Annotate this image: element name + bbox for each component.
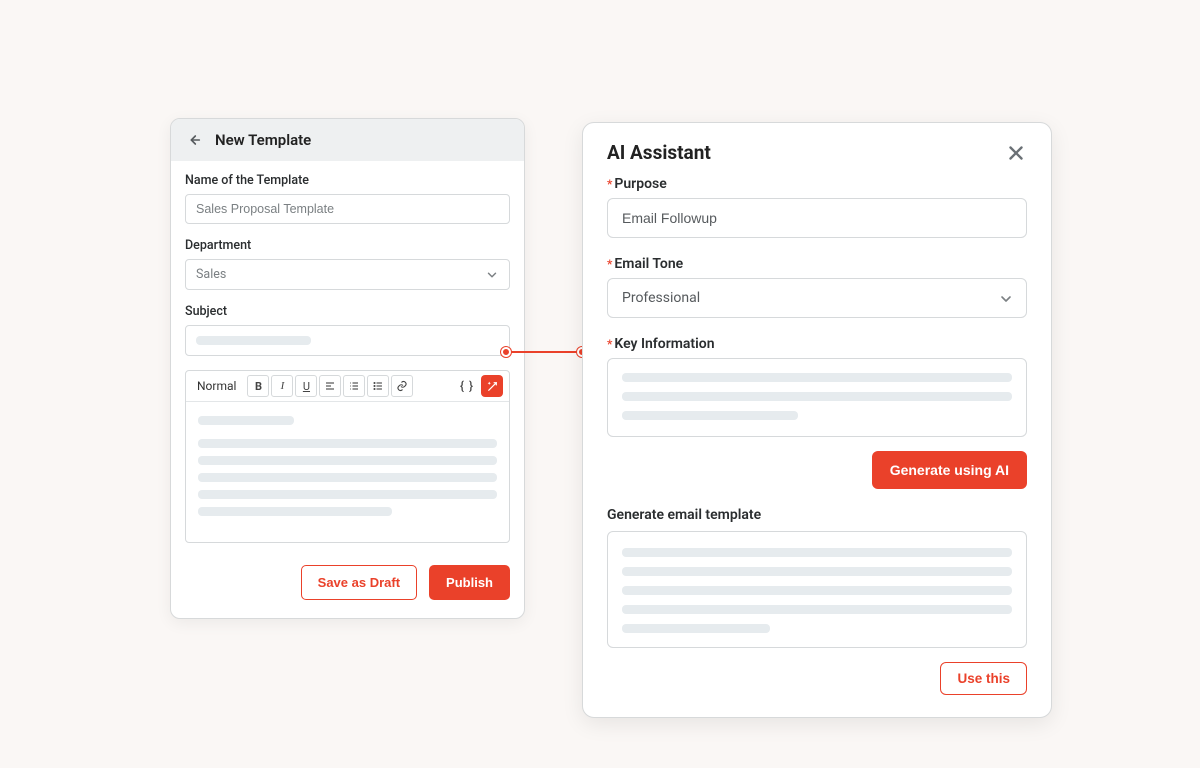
placeholder-line xyxy=(198,473,497,482)
tone-label: *Email Tone xyxy=(607,256,1027,272)
placeholder-line xyxy=(622,373,1012,382)
template-name-input[interactable] xyxy=(185,194,510,224)
ai-wand-icon[interactable] xyxy=(481,375,503,397)
new-template-panel: New Template Name of the Template Depart… xyxy=(170,118,525,619)
use-this-button[interactable]: Use this xyxy=(940,662,1027,695)
italic-button[interactable]: I xyxy=(271,375,293,397)
placeholder-line xyxy=(198,439,497,448)
template-name-field: Name of the Template xyxy=(185,173,510,224)
email-body-editor: Normal B I U { } xyxy=(185,370,510,543)
department-select[interactable]: Sales xyxy=(185,259,510,290)
key-info-input[interactable] xyxy=(607,358,1027,437)
required-star: * xyxy=(607,338,612,350)
chevron-down-icon xyxy=(485,268,499,282)
ai-assistant-panel: AI Assistant *Purpose *Email Tone Profes… xyxy=(582,122,1052,718)
required-star: * xyxy=(607,178,612,190)
department-field: Department Sales xyxy=(185,238,510,290)
align-left-icon[interactable] xyxy=(319,375,341,397)
publish-button[interactable]: Publish xyxy=(429,565,510,600)
placeholder-line xyxy=(622,586,1012,595)
output-title: Generate email template xyxy=(607,507,1027,523)
template-name-label: Name of the Template xyxy=(185,173,510,188)
tone-select[interactable]: Professional xyxy=(607,278,1027,318)
purpose-label: *Purpose xyxy=(607,176,1027,192)
purpose-input[interactable] xyxy=(607,198,1027,238)
save-draft-button[interactable]: Save as Draft xyxy=(301,565,417,600)
close-icon[interactable] xyxy=(1005,142,1027,164)
ordered-list-icon[interactable] xyxy=(343,375,365,397)
insert-variable-button[interactable]: { } xyxy=(455,375,479,397)
subject-field: Subject xyxy=(185,304,510,356)
placeholder-line xyxy=(622,605,1012,614)
underline-button[interactable]: U xyxy=(295,375,317,397)
ai-panel-title: AI Assistant xyxy=(607,141,711,164)
chevron-down-icon xyxy=(998,291,1012,305)
subject-label: Subject xyxy=(185,304,510,319)
bold-button[interactable]: B xyxy=(247,375,269,397)
placeholder-line xyxy=(622,567,1012,576)
panel-header: New Template xyxy=(171,119,524,161)
link-icon[interactable] xyxy=(391,375,413,397)
required-star: * xyxy=(607,258,612,270)
tone-value: Professional xyxy=(622,290,700,306)
placeholder-line xyxy=(622,548,1012,557)
placeholder-line xyxy=(622,624,770,633)
placeholder-line xyxy=(196,336,311,345)
back-arrow-icon[interactable] xyxy=(185,131,203,149)
placeholder-line xyxy=(622,392,1012,401)
placeholder-line xyxy=(198,416,294,425)
subject-input[interactable] xyxy=(185,325,510,356)
unordered-list-icon[interactable] xyxy=(367,375,389,397)
placeholder-line xyxy=(198,507,392,516)
generate-ai-button[interactable]: Generate using AI xyxy=(872,451,1027,489)
department-value: Sales xyxy=(196,267,226,282)
editor-body[interactable] xyxy=(186,402,509,542)
placeholder-line xyxy=(622,411,798,420)
style-dropdown[interactable]: Normal xyxy=(192,375,245,397)
editor-toolbar: Normal B I U { } xyxy=(186,371,509,402)
key-info-label: *Key Information xyxy=(607,336,1027,352)
department-label: Department xyxy=(185,238,510,253)
ai-output-box xyxy=(607,531,1027,648)
placeholder-line xyxy=(198,456,497,465)
placeholder-line xyxy=(198,490,497,499)
page-title: New Template xyxy=(215,131,311,149)
